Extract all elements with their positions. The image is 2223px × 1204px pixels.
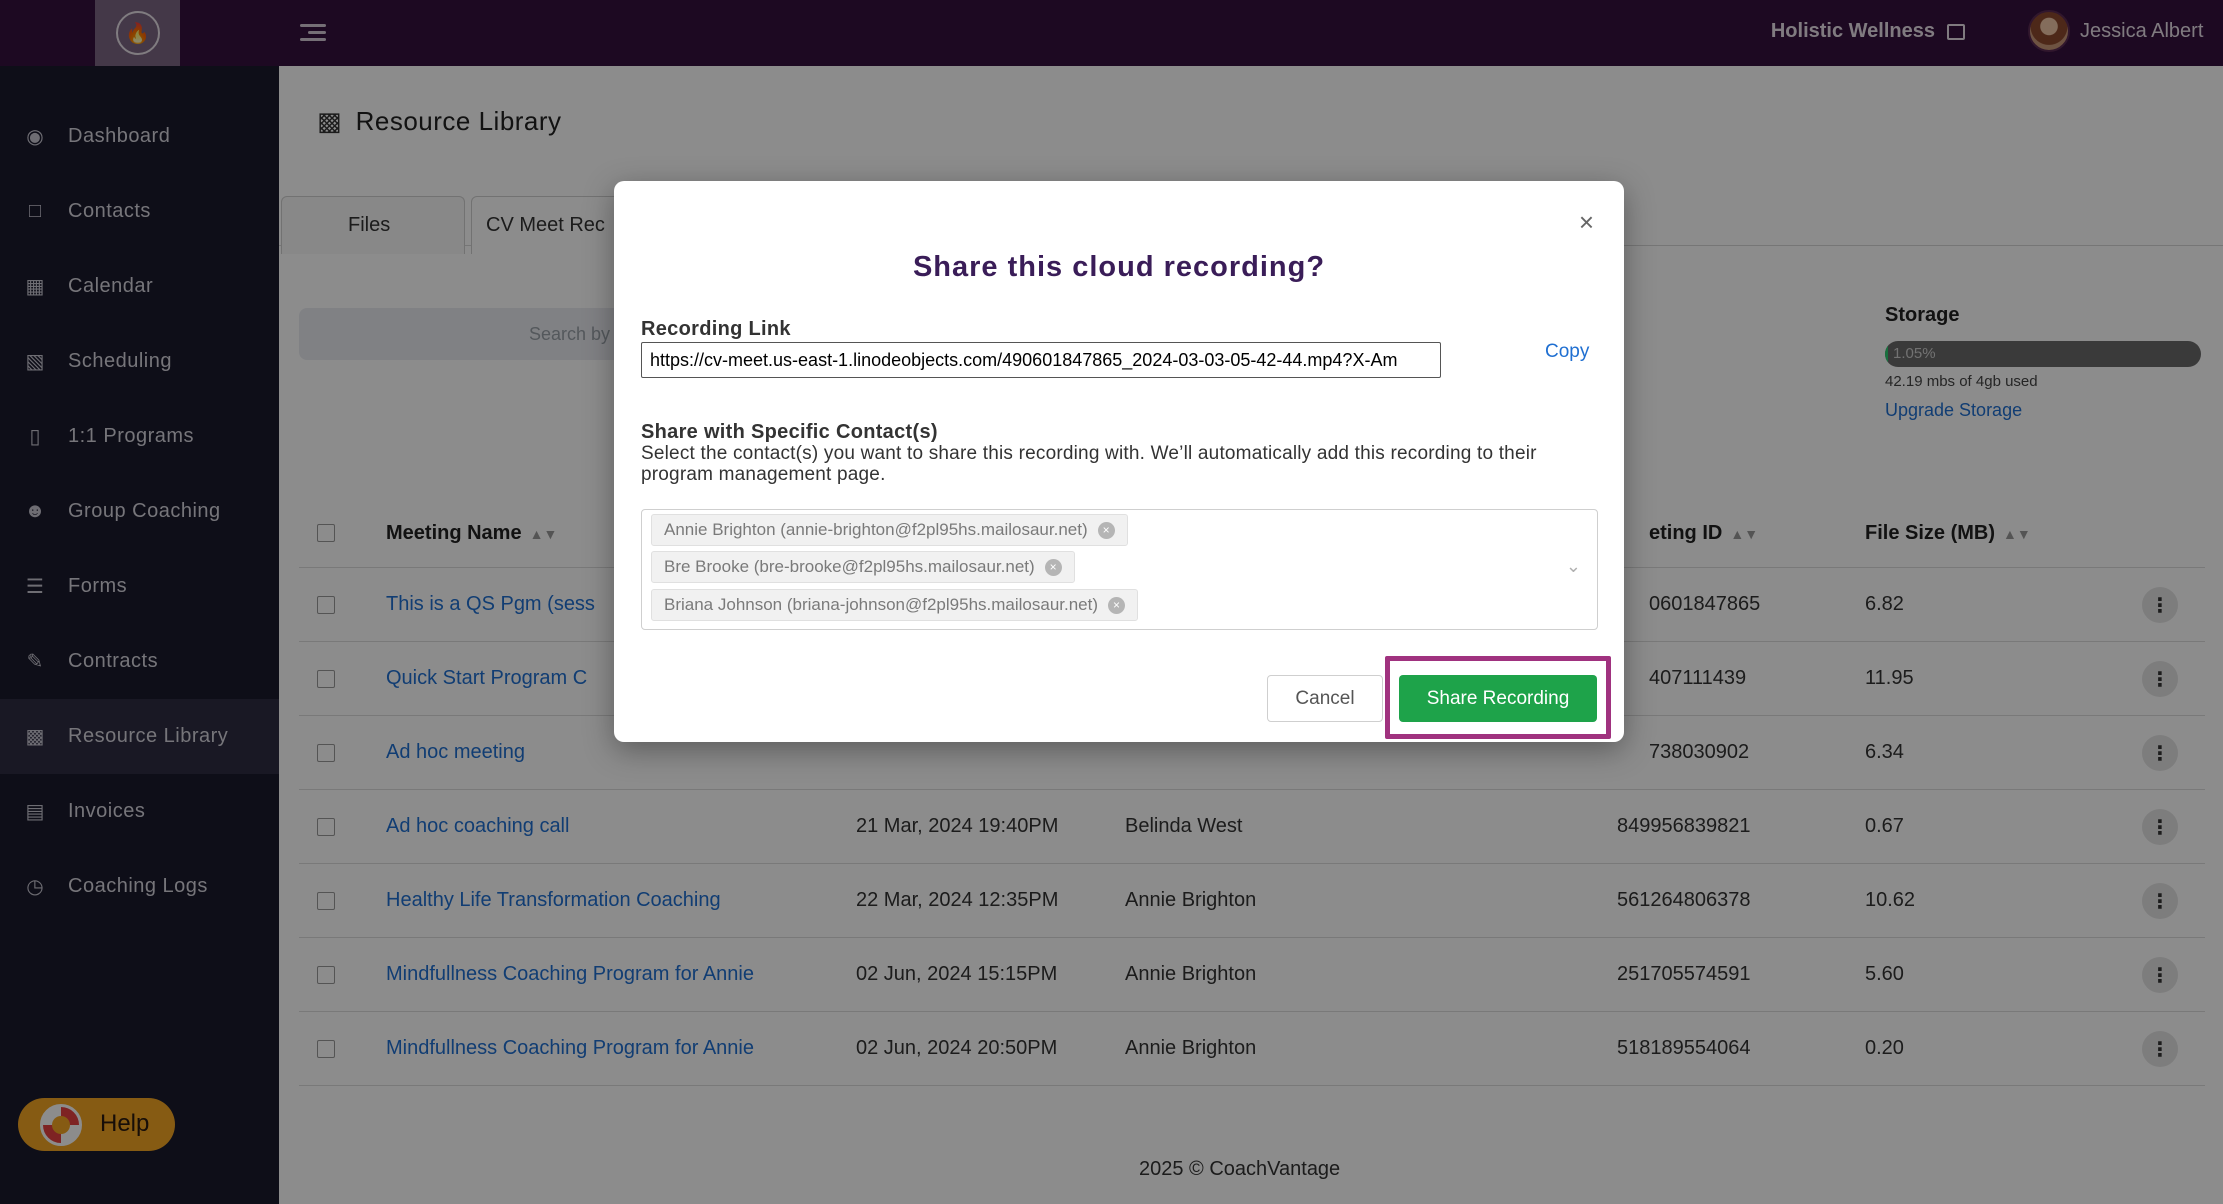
contact-chip: Annie Brighton (annie-brighton@f2pl95hs.… [651,514,1128,546]
remove-chip-icon[interactable]: × [1108,596,1126,614]
remove-chip-icon[interactable]: × [1044,558,1062,576]
close-icon[interactable]: × [1579,207,1594,238]
modal-backdrop-top [0,0,2223,66]
recording-link-label: Recording Link [641,318,791,340]
modal-backdrop-side [0,66,279,1204]
copy-link-button[interactable]: Copy [1545,341,1589,363]
share-recording-button[interactable]: Share Recording [1399,675,1597,722]
contacts-multiselect[interactable]: Annie Brighton (annie-brighton@f2pl95hs.… [641,509,1598,630]
share-recording-dialog: × Share this cloud recording? Recording … [614,181,1624,742]
share-contacts-description: Select the contact(s) you want to share … [641,443,1537,485]
cancel-button[interactable]: Cancel [1267,675,1383,722]
dialog-title: Share this cloud recording? [912,251,1326,283]
chevron-down-icon[interactable]: ⌄ [1566,556,1581,577]
contact-chip: Bre Brooke (bre-brooke@f2pl95hs.mailosau… [651,551,1075,583]
contact-chip-label: Briana Johnson (briana-johnson@f2pl95hs.… [664,595,1099,614]
recording-link-input[interactable] [641,342,1441,378]
share-contacts-label: Share with Specific Contact(s) [641,421,938,443]
contact-chip-label: Annie Brighton (annie-brighton@f2pl95hs.… [664,520,1088,539]
contact-chip-label: Bre Brooke (bre-brooke@f2pl95hs.mailosau… [664,557,1035,576]
remove-chip-icon[interactable]: × [1097,521,1115,539]
contact-chip: Briana Johnson (briana-johnson@f2pl95hs.… [651,589,1139,621]
